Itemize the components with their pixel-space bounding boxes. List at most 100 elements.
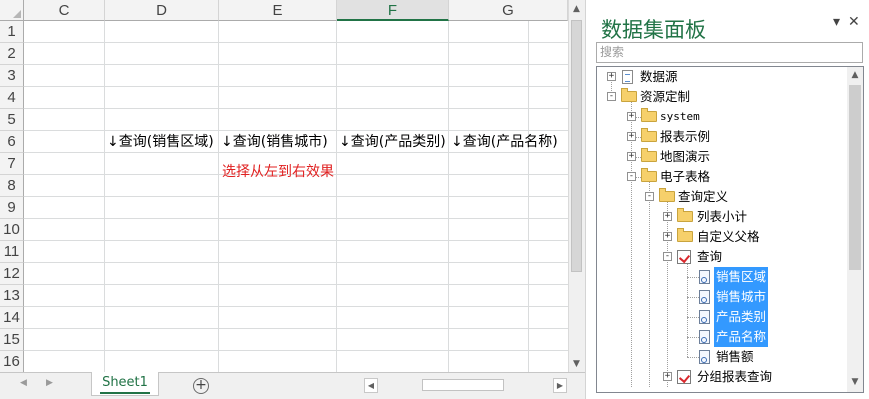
tree-item-label: 电子表格 [660,169,711,184]
folder-icon [677,228,693,242]
tree-item-label: 产品名称 [714,327,769,347]
folder-icon [677,208,693,222]
tree-item-label: 列表小计 [697,209,748,224]
doc-icon [622,70,633,84]
field-icon [699,290,710,304]
expand-icon[interactable]: + [627,112,636,121]
tree-item-datasource[interactable]: + 数据源 [597,67,847,87]
column-header-d[interactable]: D [105,0,219,21]
gridline [24,284,568,285]
tree-item-label: 数据源 [640,69,678,84]
column-header-c[interactable]: C [24,0,105,21]
gridline [24,218,568,219]
folder-icon [659,188,675,202]
scroll-thumb[interactable] [571,20,582,272]
folder-icon [641,168,657,182]
tab-prev-icon[interactable]: ◀ [20,378,27,388]
row-header[interactable]: 13 [0,285,24,307]
row-header[interactable]: 9 [0,197,24,219]
scroll-left-icon[interactable]: ◀ [364,378,378,393]
dataset-tree[interactable]: + 数据源 - 资源定制 + system + 报表示例 + 地图演示 - 电子… [596,66,864,393]
row-header[interactable]: 3 [0,65,24,87]
tree-item-label: 销售城市 [714,287,769,307]
row-header[interactable]: 2 [0,43,24,65]
expand-icon[interactable]: + [663,212,672,221]
scroll-up-icon[interactable]: ▲ [848,68,862,83]
row-header[interactable]: 5 [0,109,24,131]
cell-f6[interactable]: ↓查询(产品类别) [339,131,446,153]
tree-item-resource-custom[interactable]: - 资源定制 [597,87,847,107]
scroll-down-icon[interactable]: ▼ [848,375,862,390]
tree-item-report-examples[interactable]: + 报表示例 [597,127,847,147]
tree-item-label: 分组报表查询 [697,369,773,384]
row-header[interactable]: 1 [0,21,24,43]
sheet-tab-bar: ◀ ▶ Sheet1 + ◀ ▶ [0,372,585,399]
search-input[interactable]: 搜索 [596,42,863,63]
folder-icon [641,128,657,142]
tree-item-map-demo[interactable]: + 地图演示 [597,147,847,167]
dataset-panel: 数据集面板 ▾ ✕ 搜索 + 数据源 - 资源定制 + system + 报表示… [585,0,869,399]
tree-item-label: system [660,110,700,123]
collapse-icon[interactable]: - [645,192,654,201]
tree-item-group-report-query[interactable]: + 分组报表查询 [597,367,847,387]
tree-item-field-product-category[interactable]: 产品类别 [597,307,847,327]
row-header[interactable]: 10 [0,219,24,241]
collapse-icon[interactable]: - [607,92,616,101]
tab-sheet1[interactable]: Sheet1 [91,372,159,396]
collapse-icon[interactable]: - [627,172,636,181]
cell-g6[interactable]: ↓查询(产品名称) [451,131,558,153]
expand-icon[interactable]: + [607,72,616,81]
scroll-down-icon[interactable]: ▼ [569,357,584,372]
tree-item-list-subtotal[interactable]: + 列表小计 [597,207,847,227]
row-header[interactable]: 4 [0,87,24,109]
expand-icon[interactable]: + [627,132,636,141]
collapse-icon[interactable]: - [663,252,672,261]
row-header[interactable]: 12 [0,263,24,285]
row-header[interactable]: 7 [0,153,24,175]
row-header[interactable]: 14 [0,307,24,329]
tree-vertical-scrollbar[interactable]: ▲ ▼ [847,67,863,392]
expand-icon[interactable]: + [663,232,672,241]
gridline [24,64,568,65]
scroll-right-icon[interactable]: ▶ [553,378,567,393]
tree-item-label: 资源定制 [640,89,691,104]
close-icon[interactable]: ✕ [848,14,860,30]
folder-icon [621,88,637,102]
spreadsheet-grid[interactable]: C D E F G 1 2 3 4 5 6 7 8 9 10 11 12 13 … [0,0,568,372]
cell-e7-note[interactable]: 选择从左到右效果 [222,161,334,183]
add-sheet-button[interactable]: + [193,378,209,394]
row-header[interactable]: 8 [0,175,24,197]
scroll-thumb[interactable] [849,85,861,270]
tree-item-spreadsheet[interactable]: - 电子表格 [597,167,847,187]
tree-item-query[interactable]: - 查询 [597,247,847,267]
tree-item-query-definition[interactable]: - 查询定义 [597,187,847,207]
column-header-e[interactable]: E [219,0,337,21]
select-all-corner[interactable] [0,0,24,21]
expand-icon[interactable]: + [663,372,672,381]
row-header[interactable]: 6 [0,131,24,153]
column-header-f[interactable]: F [337,0,449,21]
scroll-thumb[interactable] [422,379,504,391]
sheet-horizontal-scrollbar[interactable]: ◀ ▶ [364,378,567,393]
tree-item-field-product-name[interactable]: 产品名称 [597,327,847,347]
cell-e6[interactable]: ↓查询(销售城市) [221,131,328,153]
tree-item-field-sales-city[interactable]: 销售城市 [597,287,847,307]
row-header[interactable]: 11 [0,241,24,263]
tree-item-field-sales-amount[interactable]: 销售额 [597,347,847,367]
row-header[interactable]: 15 [0,329,24,351]
tree-item-custom-parent-cell[interactable]: + 自定义父格 [597,227,847,247]
expand-icon[interactable]: + [627,152,636,161]
tree-item-field-sales-region[interactable]: 销售区域 [597,267,847,287]
gridline [24,42,568,43]
scroll-up-icon[interactable]: ▲ [569,2,584,17]
sheet-vertical-scrollbar[interactable]: ▲ ▼ [568,0,585,372]
gridline [24,328,568,329]
tab-next-icon[interactable]: ▶ [46,378,53,388]
column-header-g[interactable]: G [449,0,568,21]
gridline [24,262,568,263]
pin-dropdown-icon[interactable]: ▾ [833,14,840,30]
query-icon [677,250,691,264]
row-header[interactable]: 16 [0,351,24,372]
cell-d6[interactable]: ↓查询(销售区域) [107,131,214,153]
tree-item-system[interactable]: + system [597,107,847,127]
